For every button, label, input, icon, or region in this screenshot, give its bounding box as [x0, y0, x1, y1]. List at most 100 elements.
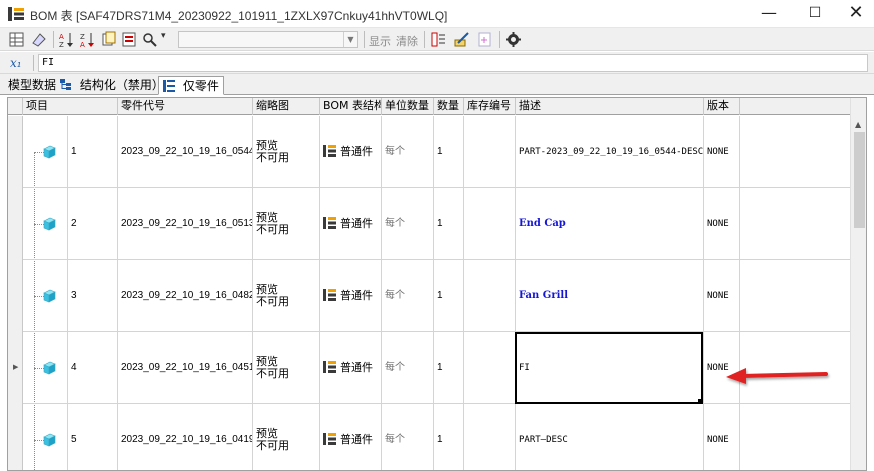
table-properties-icon[interactable] — [8, 31, 25, 48]
qty-cell[interactable]: 1 — [434, 332, 464, 404]
thumbnail-cell[interactable]: 预览 不可用 — [253, 116, 320, 188]
qty-cell[interactable]: 1 — [434, 260, 464, 332]
header-description[interactable]: 描述 — [516, 98, 704, 115]
description-cell[interactable]: End Cap — [516, 188, 704, 260]
description-cell[interactable]: Fan Grill — [516, 260, 704, 332]
stock-number-cell[interactable] — [464, 404, 516, 470]
header-revision[interactable]: 版本 — [704, 98, 740, 115]
part-cube-icon[interactable] — [42, 433, 56, 447]
revision-cell[interactable]: NONE — [704, 260, 740, 332]
current-row-pointer-icon: ▶ — [13, 363, 19, 371]
scrollbar-thumb[interactable] — [854, 132, 865, 228]
unit-qty-cell[interactable]: 每个 — [382, 116, 434, 188]
header-part-number[interactable]: 零件代号 — [118, 98, 253, 115]
bom-structure-cell[interactable]: 普通件 — [320, 116, 382, 188]
bom-structure-cell[interactable]: 普通件 — [320, 188, 382, 260]
thumbnail-cell[interactable]: 预览 不可用 — [253, 404, 320, 470]
row-selector[interactable] — [8, 260, 23, 332]
header-qty[interactable]: 数量 — [434, 98, 464, 115]
row-selector[interactable] — [8, 404, 23, 470]
header-unit-qty[interactable]: 单位数量 — [382, 98, 434, 115]
maximize-button[interactable]: ☐ — [792, 0, 838, 28]
revision-cell[interactable]: NONE — [704, 188, 740, 260]
close-button[interactable]: ✕ — [838, 0, 874, 28]
item-number-cell[interactable]: 4 — [68, 332, 118, 404]
part-cube-icon[interactable] — [42, 289, 56, 303]
row-selector[interactable] — [8, 188, 23, 260]
tab-structured[interactable]: 结构化（禁用） — [56, 76, 168, 95]
part-number-cell[interactable]: 2023_09_22_10_19_16_0419 — [118, 404, 253, 470]
revision-cell[interactable]: NONE — [704, 404, 740, 470]
filter-select[interactable]: ▼ — [178, 31, 358, 48]
show-button[interactable]: 显示 — [369, 33, 391, 49]
thumbnail-cell[interactable]: 预览 不可用 — [253, 260, 320, 332]
fill-handle[interactable] — [698, 399, 703, 404]
revision-cell[interactable]: NONE — [704, 116, 740, 188]
thumbnail-unavailable-text: 预览 不可用 — [256, 212, 289, 236]
item-number-cell[interactable]: 3 — [68, 260, 118, 332]
unit-qty-cell[interactable]: 每个 — [382, 260, 434, 332]
description-cell[interactable]: PART-2023_09_22_10_19_16_0544-DESC — [516, 116, 704, 188]
part-cube-icon[interactable] — [42, 145, 56, 159]
fx-icon[interactable]: x₁ — [10, 56, 22, 70]
item-number-cell[interactable]: 2 — [68, 188, 118, 260]
stock-number-cell[interactable] — [464, 260, 516, 332]
part-cube-icon[interactable] — [42, 361, 56, 375]
part-number-cell[interactable]: 2023_09_22_10_19_16_0513 — [118, 188, 253, 260]
tab-model-data[interactable]: 模型数据 — [4, 76, 60, 95]
item-number-cell[interactable]: 5 — [68, 404, 118, 470]
row-selector[interactable]: ▶ — [8, 332, 23, 404]
edit-pencil-icon[interactable] — [453, 31, 470, 48]
bom-structure-cell[interactable]: 普通件 — [320, 404, 382, 470]
qty-cell[interactable]: 1 — [434, 116, 464, 188]
stock-number-cell[interactable] — [464, 332, 516, 404]
insert-icon[interactable] — [476, 31, 493, 48]
table-row[interactable]: 1 2023_09_22_10_19_16_0544 预览 不可用 普通件 每个 1 PAR… — [8, 116, 850, 188]
header-item[interactable]: 项目 — [23, 98, 118, 115]
sort-descending-icon[interactable]: ZA — [79, 31, 96, 48]
row-selector[interactable] — [8, 116, 23, 188]
thumbnail-cell[interactable]: 预览 不可用 — [253, 188, 320, 260]
eraser-icon[interactable] — [30, 31, 47, 48]
copy-icon[interactable] — [100, 31, 117, 48]
bom-structure-cell[interactable]: 普通件 — [320, 332, 382, 404]
chevron-down-icon[interactable]: ▼ — [343, 32, 357, 47]
part-number-cell[interactable]: 2023_09_22_10_19_16_0544 — [118, 116, 253, 188]
svg-text:Z: Z — [80, 33, 85, 41]
unit-qty-cell[interactable]: 每个 — [382, 332, 434, 404]
column-settings-icon[interactable] — [430, 31, 447, 48]
formula-input[interactable]: FI — [38, 54, 868, 72]
active-edit-cell[interactable]: FI — [515, 332, 703, 404]
clear-button[interactable]: 清除 — [396, 33, 418, 49]
part-cube-icon[interactable] — [42, 217, 56, 231]
table-row[interactable]: 2 2023_09_22_10_19_16_0513 预览 不可用 普通件 每个 1 End… — [8, 188, 850, 260]
chevron-down-icon[interactable]: ▾ — [161, 31, 166, 41]
bom-structure-icon — [323, 361, 336, 373]
header-thumbnail[interactable]: 缩略图 — [253, 98, 320, 115]
minimize-button[interactable]: — — [746, 0, 792, 28]
description-cell[interactable]: PART—DESC — [516, 404, 704, 470]
unit-qty-cell[interactable]: 每个 — [382, 404, 434, 470]
table-row[interactable]: 3 2023_09_22_10_19_16_0482 预览 不可用 普通件 每个 1 Fan… — [8, 260, 850, 332]
item-number-cell[interactable]: 1 — [68, 116, 118, 188]
stock-number-cell[interactable] — [464, 188, 516, 260]
scroll-up-icon[interactable]: ▲ — [855, 120, 861, 129]
unit-qty-cell[interactable]: 每个 — [382, 188, 434, 260]
header-stock-number[interactable]: 库存编号 — [464, 98, 516, 115]
tab-parts-only[interactable]: 仅零件 — [158, 76, 224, 95]
gear-icon[interactable] — [505, 31, 522, 48]
export-icon[interactable] — [121, 31, 138, 48]
part-number-cell[interactable]: 2023_09_22_10_19_16_0451 — [118, 332, 253, 404]
qty-cell[interactable]: 1 — [434, 188, 464, 260]
sort-ascending-icon[interactable]: AZ — [58, 31, 75, 48]
vertical-scrollbar[interactable]: ▲ — [850, 98, 866, 470]
qty-cell[interactable]: 1 — [434, 404, 464, 470]
stock-number-cell[interactable] — [464, 116, 516, 188]
tab-label: 结构化（禁用） — [79, 78, 164, 92]
table-row[interactable]: 5 2023_09_22_10_19_16_0419 预览 不可用 普通件 每个 1 PAR… — [8, 404, 850, 470]
header-bom-structure[interactable]: BOM 表结构 — [320, 98, 382, 115]
bom-structure-cell[interactable]: 普通件 — [320, 260, 382, 332]
part-number-cell[interactable]: 2023_09_22_10_19_16_0482 — [118, 260, 253, 332]
search-icon[interactable] — [142, 31, 159, 48]
thumbnail-cell[interactable]: 预览 不可用 — [253, 332, 320, 404]
